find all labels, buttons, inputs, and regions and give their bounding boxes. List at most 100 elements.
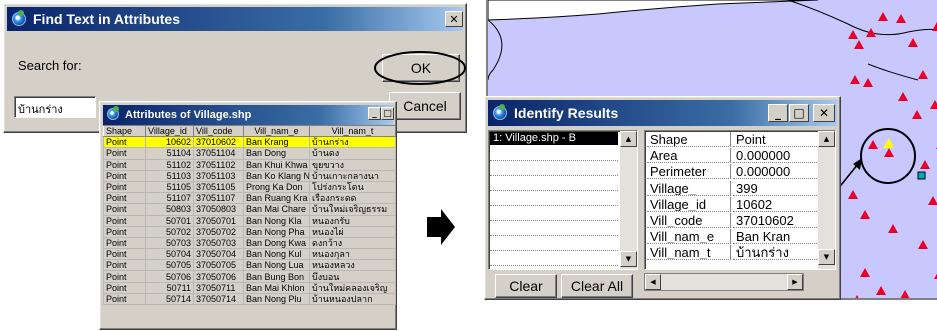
column-header[interactable]: Vill_nam_t bbox=[309, 124, 396, 138]
attributes-table-window: Attributes of Village.shp _ □ Shape Vill… bbox=[99, 101, 397, 330]
village-marker-icon[interactable] bbox=[866, 28, 876, 37]
clear-all-label: Clear All bbox=[570, 278, 624, 294]
list-rule bbox=[490, 220, 618, 221]
minimize-button[interactable]: _ bbox=[768, 104, 788, 122]
field-name: Vill_code bbox=[647, 213, 731, 228]
table-cell: Point bbox=[103, 136, 146, 149]
village-marker-icon[interactable] bbox=[918, 240, 928, 249]
table-cell: 37050701 bbox=[193, 214, 244, 227]
village-marker-icon[interactable] bbox=[918, 70, 928, 79]
maximize-button[interactable]: □ bbox=[789, 104, 809, 122]
list-rule bbox=[490, 235, 618, 236]
identify-feature-list[interactable]: 1: Village.shp - B ▲ ▼ bbox=[488, 130, 638, 270]
table-cell: 37050714 bbox=[193, 292, 244, 306]
table-row[interactable]: Point 51107 37051107 Ban Ruang Kra เรืองกระด… bbox=[103, 192, 396, 205]
village-marker-icon[interactable] bbox=[888, 224, 898, 233]
maximize-button[interactable]: □ bbox=[381, 107, 394, 120]
column-header[interactable]: Vill_code bbox=[193, 124, 244, 138]
field-value: Ban Kran bbox=[733, 229, 817, 245]
village-marker-icon[interactable] bbox=[878, 12, 888, 21]
village-marker-icon[interactable] bbox=[852, 295, 862, 298]
field-value: บ้านกร่าง bbox=[733, 245, 817, 261]
table-cell: Ban Nong Kul bbox=[243, 248, 310, 261]
scroll-down-icon[interactable]: ▼ bbox=[818, 249, 835, 265]
table-cell: Point bbox=[103, 147, 146, 160]
village-marker-icon[interactable] bbox=[860, 268, 870, 277]
village-marker-icon[interactable] bbox=[898, 92, 908, 101]
table-cell: บ้านใหม่เจริญธรรม bbox=[309, 203, 396, 216]
clear-all-button[interactable]: Clear All bbox=[561, 274, 633, 298]
scroll-down-icon[interactable]: ▼ bbox=[620, 251, 637, 267]
table-cell: บ้านดง bbox=[309, 147, 396, 160]
close-button[interactable]: ✕ bbox=[445, 11, 463, 27]
table-row[interactable]: Point 51105 37051105 Prong Ka Don โปร่งกระโด… bbox=[103, 180, 396, 194]
list-rule bbox=[490, 160, 618, 161]
table-row[interactable]: Point 50703 37050703 Ban Dong Kwa ดงกว้าง bbox=[103, 236, 396, 250]
close-button[interactable]: ✕ bbox=[813, 104, 835, 122]
field-value: 37010602 bbox=[733, 213, 817, 228]
village-marker-icon[interactable] bbox=[896, 14, 906, 23]
village-marker-icon[interactable] bbox=[850, 75, 860, 84]
list-scrollbar[interactable]: ▲ ▼ bbox=[620, 131, 637, 269]
grid-hscrollbar[interactable]: ◀ ▶ bbox=[644, 273, 804, 291]
scroll-up-icon[interactable]: ▲ bbox=[818, 131, 835, 147]
table-row[interactable]: Point 50705 37050705 Ban Nong Lua หนองหลวง bbox=[103, 259, 396, 272]
table-cell: Ban Mai Khlon bbox=[243, 281, 310, 294]
search-input[interactable]: บ้านกร่าง bbox=[14, 96, 96, 118]
table-cell: 37051103 bbox=[193, 169, 244, 182]
field-name: Vill_nam_e bbox=[647, 229, 731, 245]
table-row[interactable]: Point 51102 37051102 Ban Khui Khwa ขุยขวาง bbox=[103, 158, 396, 171]
village-marker-icon[interactable] bbox=[900, 290, 910, 298]
table-row[interactable]: Point 50701 37050701 Ban Nong Kla หนองกรับ bbox=[103, 214, 396, 227]
village-marker-icon[interactable] bbox=[930, 100, 937, 109]
scroll-right-icon[interactable]: ▶ bbox=[787, 274, 803, 290]
village-marker-icon[interactable] bbox=[928, 196, 937, 205]
scroll-up-icon[interactable]: ▲ bbox=[620, 131, 637, 147]
scroll-left-icon[interactable]: ◀ bbox=[645, 274, 661, 290]
village-marker-icon[interactable] bbox=[920, 160, 930, 169]
table-cell: เรืองกระดด bbox=[309, 192, 396, 205]
table-row[interactable]: Point 50706 37050706 Ban Bung Bon บึงบอน bbox=[103, 270, 396, 283]
attribute-table: Shape Village_id Vill_code Vill_nam_e Vi… bbox=[103, 124, 396, 306]
table-row[interactable]: Point 50704 37050704 Ban Nong Kul หนองกุลา bbox=[103, 248, 396, 261]
table-row[interactable]: Point 51103 37051103 Ban Ko Klang N บ้านเกาะ… bbox=[103, 169, 396, 182]
column-header[interactable]: Village_id bbox=[145, 124, 194, 138]
village-marker-icon[interactable] bbox=[932, 22, 937, 31]
clear-button[interactable]: Clear bbox=[495, 274, 557, 298]
table-cell: Point bbox=[103, 169, 146, 182]
table-cell: 50702 bbox=[145, 225, 194, 238]
close-icon: ✕ bbox=[449, 12, 459, 26]
column-header[interactable]: Shape bbox=[103, 124, 146, 138]
table-cell: Point bbox=[103, 292, 146, 306]
minimize-button[interactable]: _ bbox=[368, 107, 381, 120]
village-marker-icon[interactable] bbox=[854, 40, 864, 49]
minimize-icon: _ bbox=[372, 108, 377, 119]
table-cell: 37051102 bbox=[193, 158, 244, 171]
table-cell: Point bbox=[103, 236, 146, 250]
village-marker-icon[interactable] bbox=[863, 78, 873, 87]
table-cell: Point bbox=[103, 225, 146, 238]
table-row[interactable]: Point 50711 37050711 Ban Mai Khlon บ้านใหม่ค… bbox=[103, 281, 396, 294]
list-rule bbox=[490, 250, 618, 251]
village-marker-icon[interactable] bbox=[876, 286, 886, 295]
table-cell: 50703 bbox=[145, 236, 194, 250]
table-row[interactable]: Point 50702 37050702 Ban Nong Pha หนองไผ่ bbox=[103, 225, 396, 238]
table-row[interactable]: Point 50803 37050803 Ban Mai Chare บ้านใหม่เ… bbox=[103, 203, 396, 216]
village-marker-icon[interactable] bbox=[908, 38, 918, 47]
list-item[interactable]: 1: Village.shp - B bbox=[490, 132, 618, 145]
table-row[interactable]: Point 50714 37050714 Ban Nong Plu บ้านหนองปล… bbox=[103, 292, 396, 306]
table-cell: 37050706 bbox=[193, 270, 244, 283]
table-cell: 50711 bbox=[145, 281, 194, 294]
table-row[interactable]: Point 10602 37010602 Ban Krang บ้านกร่าง bbox=[103, 136, 396, 149]
column-header[interactable]: Vill_nam_e bbox=[243, 124, 310, 138]
table-cell: 10602 bbox=[145, 136, 194, 149]
village-marker-icon[interactable] bbox=[848, 30, 858, 39]
grid-scrollbar[interactable]: ▲ ▼ bbox=[818, 131, 835, 269]
list-item-label: 1: Village.shp - B bbox=[493, 132, 576, 144]
cancel-button[interactable]: Cancel bbox=[389, 92, 461, 120]
find-dialog-titlebar: Find Text in Attributes bbox=[7, 7, 463, 31]
table-cell: 37050703 bbox=[193, 236, 244, 250]
village-marker-icon[interactable] bbox=[912, 110, 922, 119]
table-row[interactable]: Point 51104 37051104 Ban Dong บ้านดง bbox=[103, 147, 396, 160]
field-name: Village_id bbox=[647, 196, 731, 212]
